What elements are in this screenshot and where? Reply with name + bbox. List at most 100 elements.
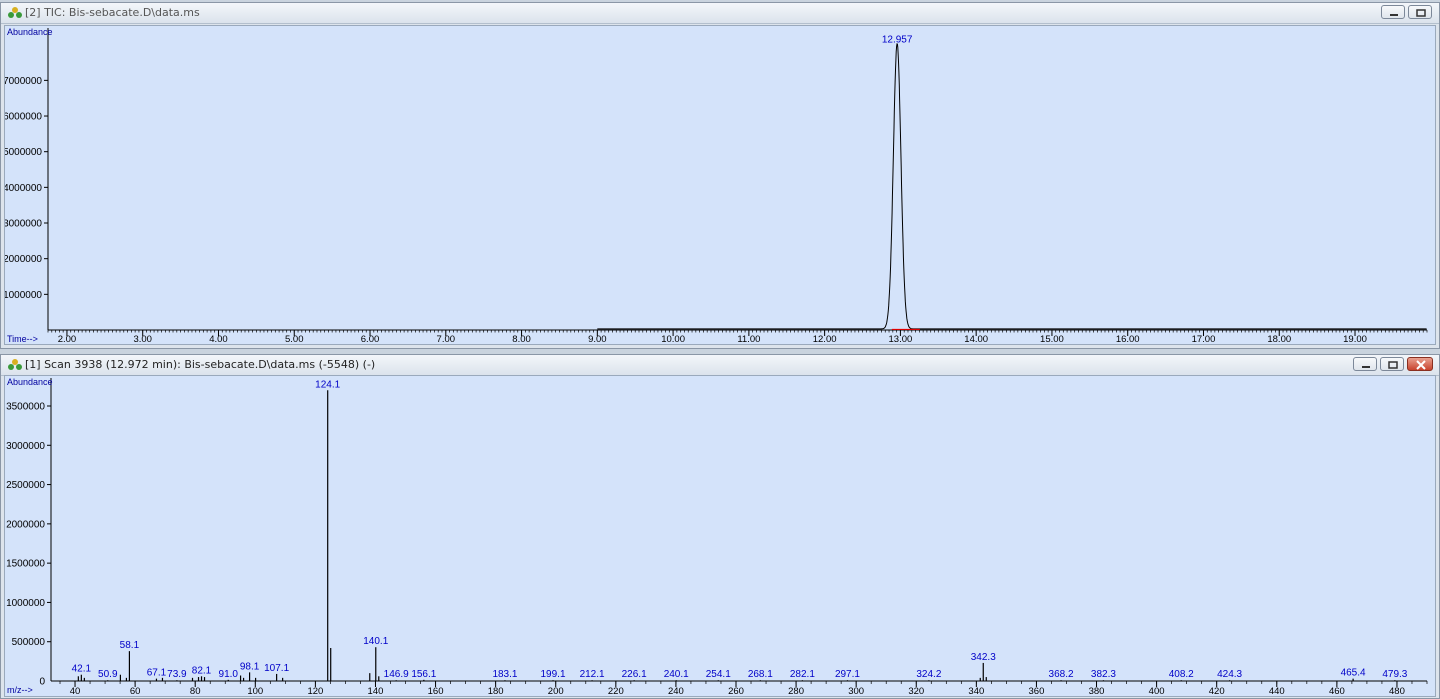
tic-chart-area[interactable]: Abundance Time--> 1000000 2000000 3000000 400… — [4, 25, 1436, 345]
x-tick-label: 16.00 — [1116, 334, 1140, 344]
peak-label: 50.9 — [98, 669, 118, 680]
close-button[interactable] — [1407, 357, 1433, 371]
x-tick-label: 260 — [728, 686, 744, 696]
x-tick-label: 120 — [307, 686, 323, 696]
x-tick-label: 7.00 — [437, 334, 456, 344]
x-tick-label: 8.00 — [512, 334, 531, 344]
minimize-button[interactable] — [1353, 357, 1377, 371]
tic-window-title: [2] TIC: Bis-sebacate.D\data.ms — [25, 6, 200, 19]
x-tick-label: 18.00 — [1267, 334, 1291, 344]
peak-label: 67.1 — [147, 668, 167, 679]
peak-label: 382.3 — [1091, 669, 1116, 680]
restore-button[interactable] — [1380, 357, 1404, 371]
x-tick-label: 4.00 — [209, 334, 228, 344]
x-tick-label: 2.00 — [58, 334, 77, 344]
x-tick-label: 480 — [1389, 686, 1405, 696]
x-tick-label: 400 — [1149, 686, 1165, 696]
agilent-chem-icon — [8, 7, 22, 18]
peak-label: 226.1 — [622, 669, 647, 680]
y-tick-label: 0 — [39, 677, 45, 688]
tic-window-titlebar[interactable]: [2] TIC: Bis-sebacate.D\data.ms — [1, 3, 1439, 24]
y-tick-label: 3000000 — [5, 219, 42, 230]
minimize-icon — [1390, 14, 1398, 16]
y-tick-label: 2500000 — [6, 480, 45, 491]
restore-icon — [1416, 9, 1426, 17]
peak-label: 12.957 — [882, 35, 913, 46]
x-tick-label: 12.00 — [813, 334, 837, 344]
x-tick-label: 6.00 — [361, 334, 380, 344]
minimize-button[interactable] — [1381, 5, 1405, 19]
x-tick-label: 180 — [488, 686, 504, 696]
y-tick-label: 3500000 — [6, 402, 45, 413]
y-tick-label: 2000000 — [6, 519, 45, 530]
y-tick-label: 1000000 — [6, 598, 45, 609]
y-tick-label: 2000000 — [5, 254, 42, 265]
x-tick-label: 420 — [1209, 686, 1225, 696]
x-tick-label: 11.00 — [737, 334, 760, 344]
x-tick-label: 140 — [368, 686, 384, 696]
x-tick-label: 240 — [668, 686, 684, 696]
spectrum-window-title: [1] Scan 3938 (12.972 min): Bis-sebacate… — [25, 358, 376, 371]
peak-label: 140.1 — [363, 636, 388, 647]
peak-label: 424.3 — [1217, 669, 1242, 680]
peak-label: 324.2 — [916, 669, 941, 680]
y-axis-title: Abundance — [7, 377, 53, 387]
peak-label: 199.1 — [541, 669, 566, 680]
peak-label: 58.1 — [120, 640, 140, 651]
peak-label: 254.1 — [706, 669, 731, 680]
x-tick-label: 340 — [968, 686, 984, 696]
peak-label: 73.9 — [167, 669, 187, 680]
x-tick-label: 160 — [428, 686, 444, 696]
y-tick-label: 7000000 — [5, 76, 42, 87]
x-tick-label: 14.00 — [964, 334, 988, 344]
spectrum-window-titlebar[interactable]: [1] Scan 3938 (12.972 min): Bis-sebacate… — [1, 355, 1439, 376]
x-tick-label: 220 — [608, 686, 624, 696]
x-tick-label: 40 — [70, 686, 81, 696]
peak-label: 98.1 — [240, 661, 260, 672]
y-axis-title: Abundance — [7, 27, 53, 37]
peak-label: 479.3 — [1382, 669, 1407, 680]
y-tick-label: 1500000 — [6, 559, 45, 570]
x-tick-label: 320 — [908, 686, 924, 696]
peak-label: 42.1 — [72, 664, 92, 675]
peak-label: 107.1 — [264, 663, 289, 674]
peak-label: 124.1 — [315, 379, 340, 390]
y-tick-label: 1000000 — [5, 290, 42, 301]
peak-label: 268.1 — [748, 669, 773, 680]
x-tick-label: 10.00 — [661, 334, 685, 344]
x-tick-label: 17.00 — [1192, 334, 1216, 344]
peak-label: 146.9 — [384, 669, 409, 680]
peak-label: 342.3 — [971, 652, 996, 663]
x-tick-label: 5.00 — [285, 334, 304, 344]
x-tick-label: 60 — [130, 686, 141, 696]
x-tick-label: 3.00 — [133, 334, 152, 344]
x-tick-label: 460 — [1329, 686, 1345, 696]
peak-label: 408.2 — [1169, 669, 1194, 680]
peak-label: 212.1 — [580, 669, 605, 680]
peak-label: 240.1 — [664, 669, 689, 680]
x-tick-label: 200 — [548, 686, 564, 696]
x-tick-label: 440 — [1269, 686, 1285, 696]
peak-label: 91.0 — [219, 669, 239, 680]
peak-label: 368.2 — [1049, 669, 1074, 680]
x-tick-label: 13.00 — [889, 334, 913, 344]
y-tick-label: 500000 — [12, 637, 46, 648]
spectrum-chart: Abundance m/z--> 0 500000 1000000 1500000 2000… — [6, 377, 1428, 696]
minimize-icon — [1362, 366, 1370, 368]
tic-trace — [597, 43, 1427, 330]
tic-chart: Abundance Time--> 1000000 2000000 3000000 400… — [5, 27, 1428, 344]
x-axis-title: Time--> — [7, 334, 38, 344]
y-tick-label: 3000000 — [6, 441, 45, 452]
spectrum-chart-area[interactable]: Abundance m/z--> 0 500000 1000000 1500000 2000… — [4, 375, 1436, 697]
x-tick-label: 100 — [247, 686, 263, 696]
restore-button[interactable] — [1408, 5, 1432, 19]
spectrum-window: [1] Scan 3938 (12.972 min): Bis-sebacate… — [0, 354, 1440, 699]
y-tick-label: 5000000 — [5, 147, 42, 158]
y-tick-label: 6000000 — [5, 112, 42, 123]
tic-window: [2] TIC: Bis-sebacate.D\data.ms Abundanc… — [0, 2, 1440, 349]
peak-label: 183.1 — [492, 669, 517, 680]
y-tick-label: 4000000 — [5, 183, 42, 194]
agilent-chem-icon — [8, 359, 22, 370]
peak-label: 465.4 — [1341, 668, 1366, 679]
peak-label: 297.1 — [835, 669, 860, 680]
